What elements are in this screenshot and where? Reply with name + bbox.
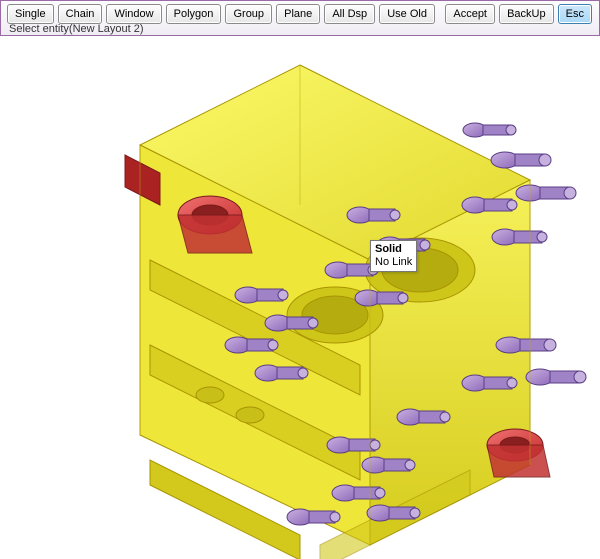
mode-single-button[interactable]: Single [7, 4, 54, 24]
selection-toolbar: Single Chain Window Polygon Group Plane … [0, 0, 600, 36]
tooltip-subtitle: No Link [375, 256, 412, 269]
mode-alldsp-button[interactable]: All Dsp [324, 4, 375, 24]
mode-group-button[interactable]: Group [225, 4, 272, 24]
status-prompt: Select entity(New Layout 2) [9, 23, 144, 35]
action-button-group: Accept BackUp Esc [445, 4, 593, 24]
mode-plane-button[interactable]: Plane [276, 4, 320, 24]
tooltip-title: Solid [375, 243, 412, 256]
mode-polygon-button[interactable]: Polygon [166, 4, 222, 24]
accept-button[interactable]: Accept [445, 4, 495, 24]
cad-viewport[interactable]: Solid No Link [0, 45, 600, 559]
backup-button[interactable]: BackUp [499, 4, 554, 24]
mode-chain-button[interactable]: Chain [58, 4, 103, 24]
esc-button[interactable]: Esc [558, 4, 592, 24]
mode-button-group: Single Chain Window Polygon Group Plane … [7, 4, 436, 24]
model-render [0, 45, 600, 559]
red-bolt-bottom-right [487, 429, 550, 477]
entity-tooltip: Solid No Link [370, 240, 417, 272]
mode-useold-button[interactable]: Use Old [379, 4, 435, 24]
mode-window-button[interactable]: Window [106, 4, 161, 24]
